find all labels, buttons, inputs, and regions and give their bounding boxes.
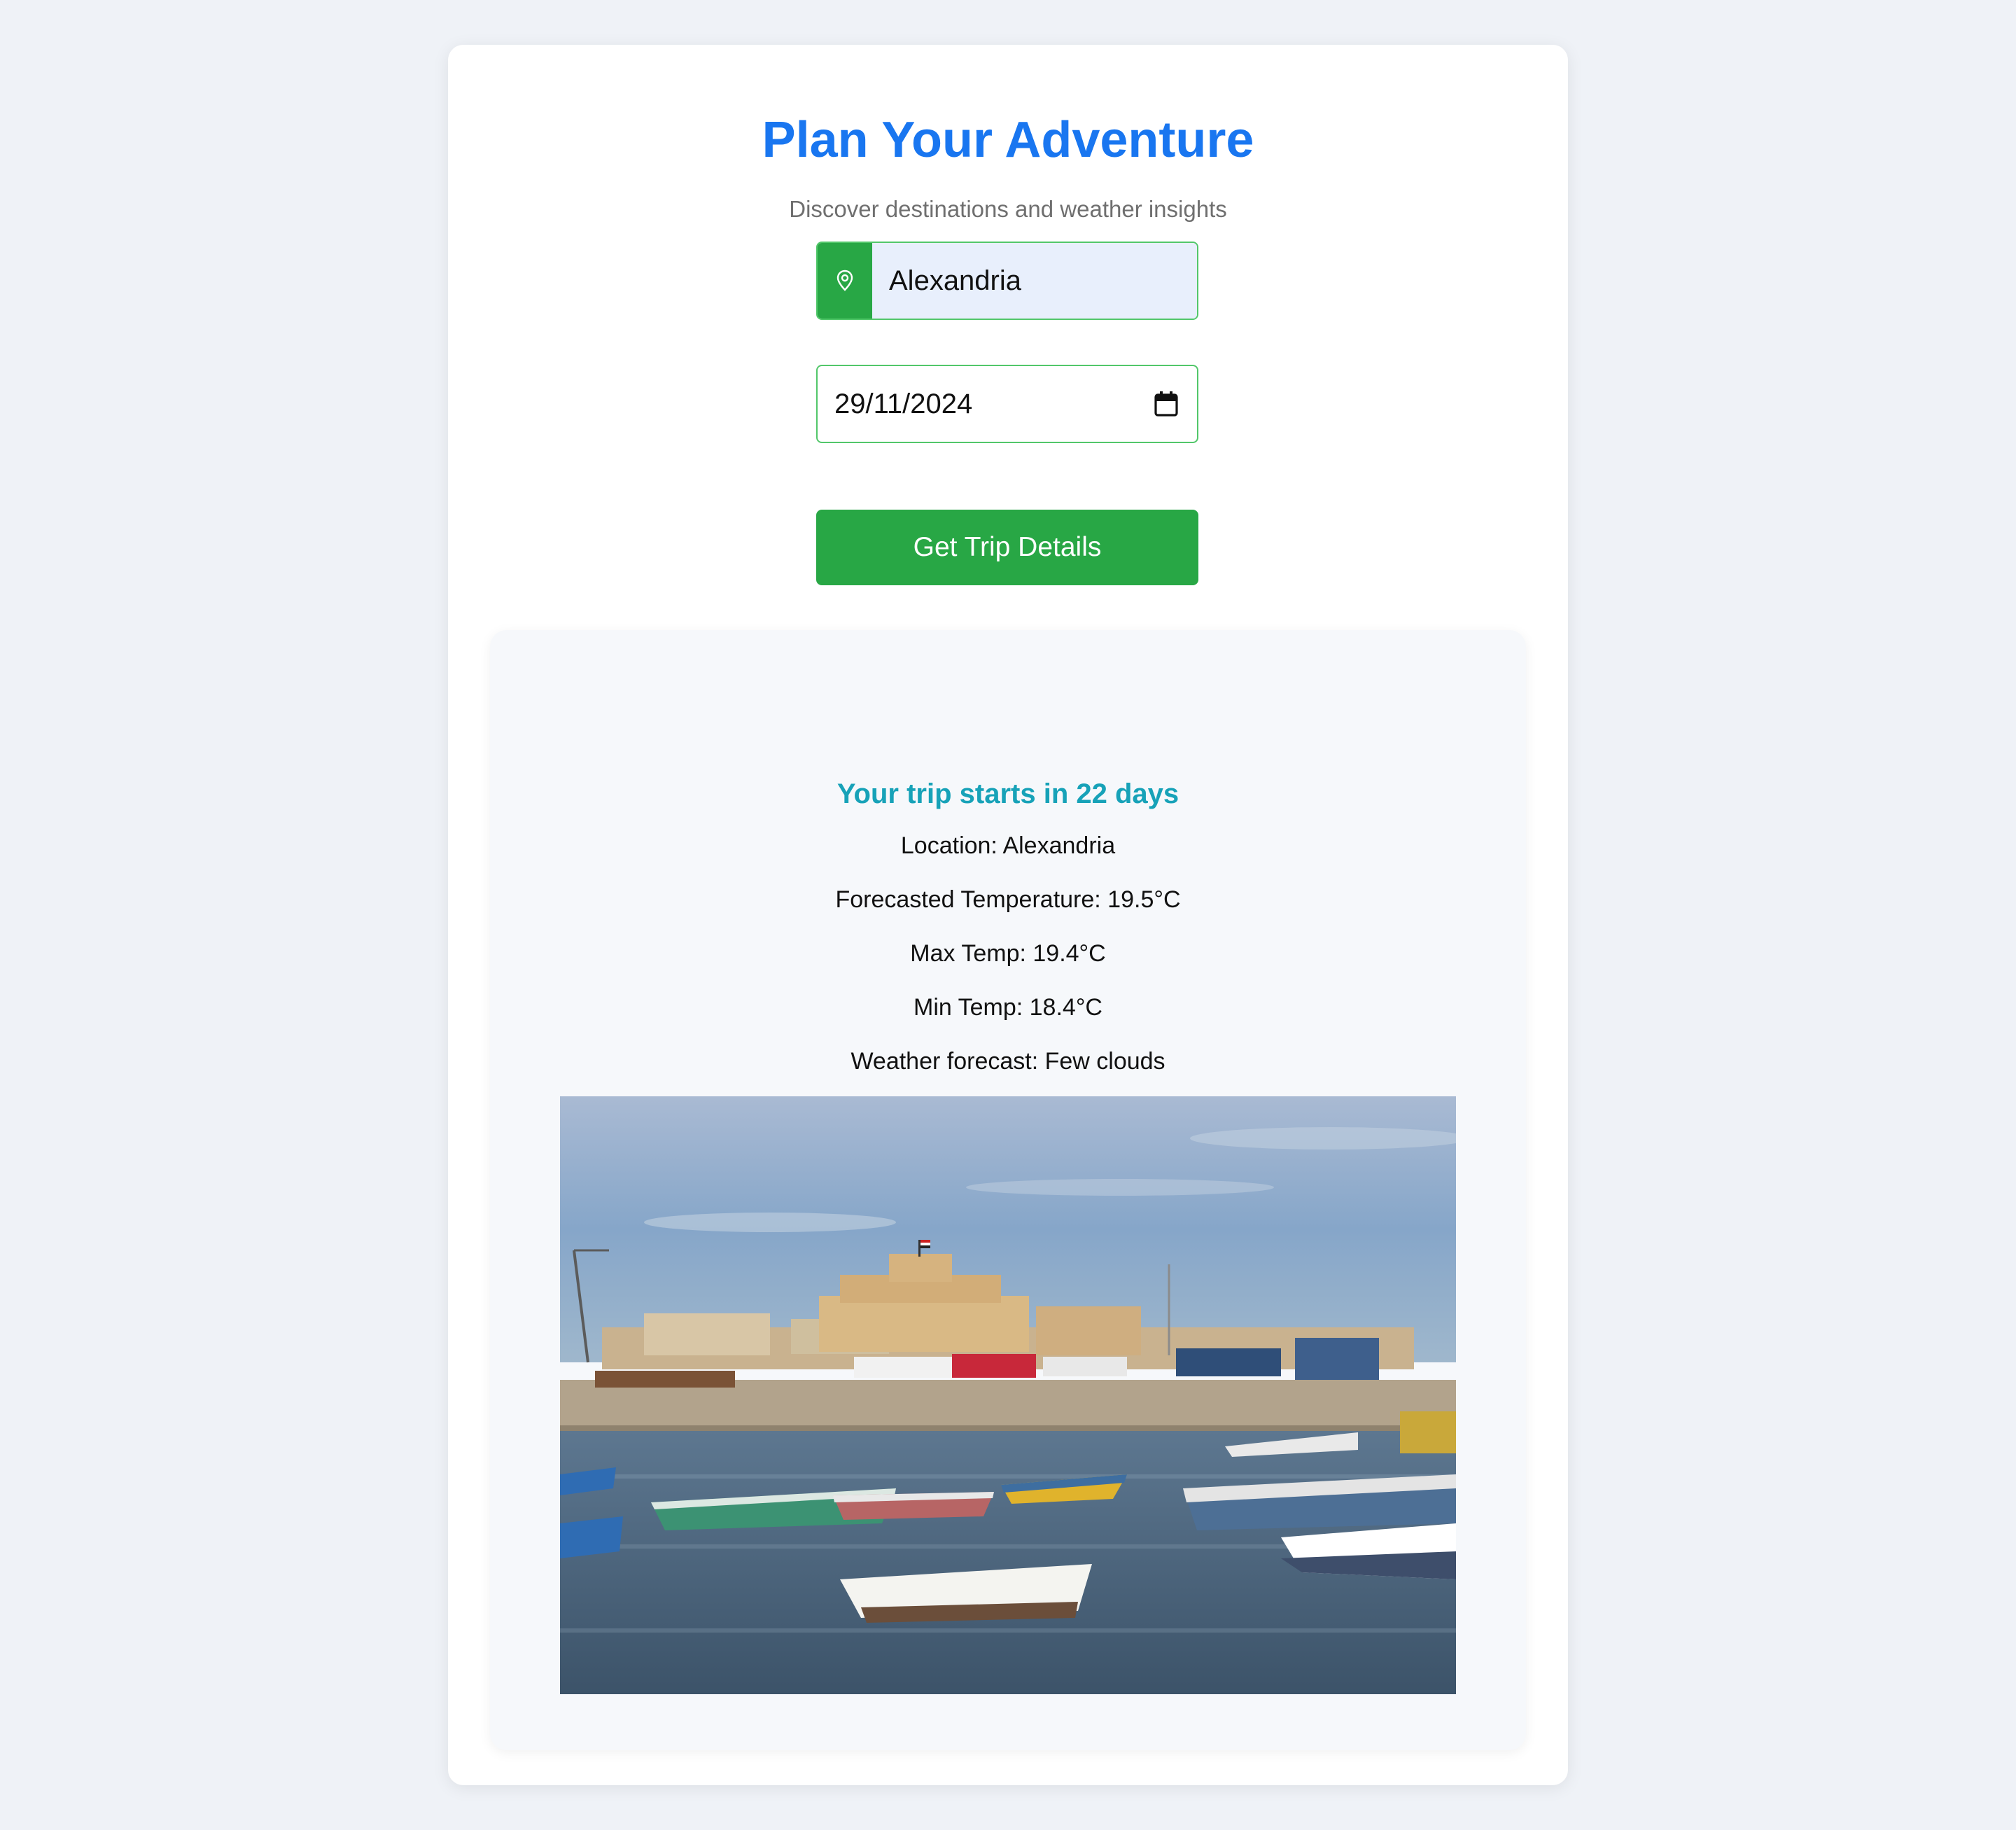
result-max-temp: Max Temp: 19.4°C — [910, 940, 1106, 967]
trip-countdown: Your trip starts in 22 days — [836, 778, 1180, 809]
destination-photo — [560, 1096, 1456, 1694]
result-forecast-temperature: Forecasted Temperature: 19.5°C — [835, 886, 1181, 913]
map-pin-icon — [818, 243, 872, 319]
trip-planner-card: Plan Your Adventure Discover destination… — [448, 45, 1568, 1785]
location-input[interactable] — [872, 243, 1197, 319]
page-title: Plan Your Adventure — [762, 112, 1254, 168]
location-field-group — [816, 242, 1198, 320]
date-input[interactable]: 29/11/2024 — [816, 365, 1198, 443]
calendar-icon[interactable] — [1152, 390, 1180, 418]
result-weather-forecast: Weather forecast: Few clouds — [850, 1048, 1166, 1075]
page-subtitle: Discover destinations and weather insigh… — [789, 196, 1227, 222]
result-location: Location: Alexandria — [900, 832, 1116, 859]
date-value: 29/11/2024 — [834, 388, 973, 419]
get-trip-details-button[interactable]: Get Trip Details — [816, 510, 1198, 585]
result-min-temp: Min Temp: 18.4°C — [913, 994, 1102, 1021]
